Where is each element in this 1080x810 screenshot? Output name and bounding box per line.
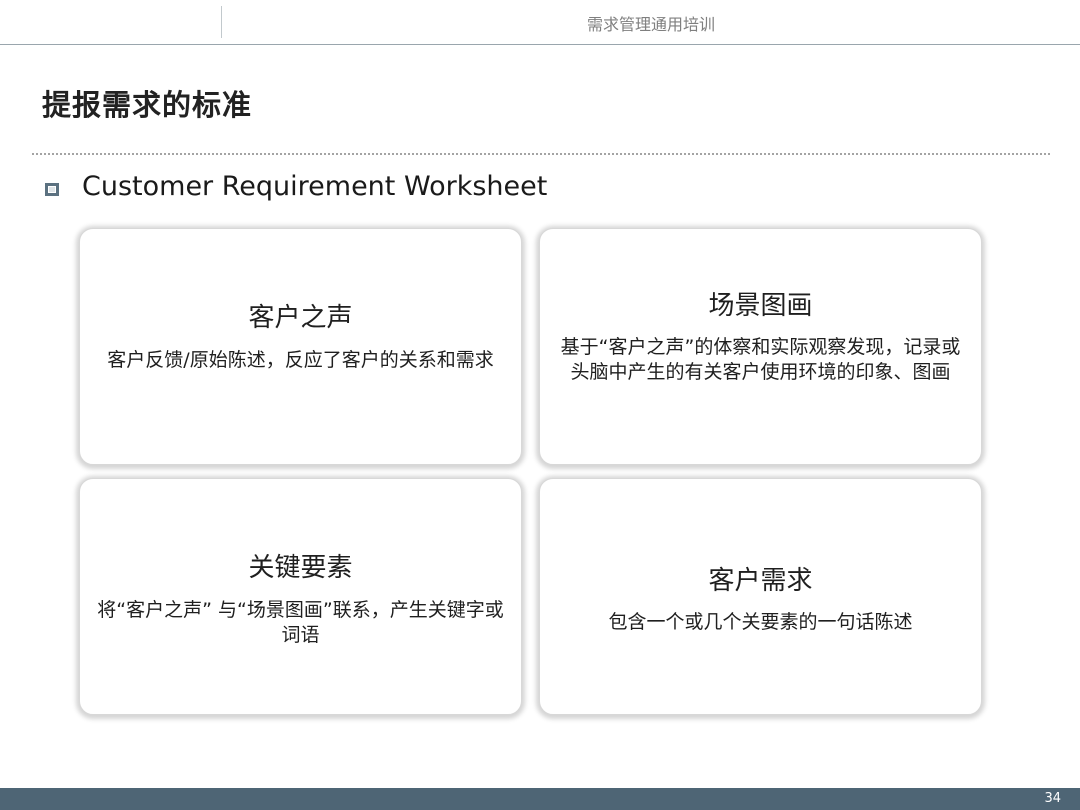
card-body: 包含一个或几个关要素的一句话陈述 xyxy=(608,611,913,633)
card-key-elements: 关键要素 将“客户之声” 与“场景图画”联系，产生关键字或词语 xyxy=(79,478,522,715)
hollow-square-bullet-icon xyxy=(45,183,59,196)
card-customer-requirement: 客户需求 包含一个或几个关要素的一句话陈述 xyxy=(539,478,982,715)
header-title: 需求管理通用培训 xyxy=(586,15,715,34)
bullet-fill xyxy=(49,187,55,192)
card-scene-image: 场景图画 基于“客户之声”的体察和实际观察发现，记录或头脑中产生的有关客户使用环… xyxy=(539,228,982,465)
slide-subtitle: Customer Requirement Worksheet xyxy=(82,171,548,202)
card-title: 场景图画 xyxy=(708,291,813,321)
card-body: 基于“客户之声”的体察和实际观察发现，记录或头脑中产生的有关客户使用环境的印象、… xyxy=(560,336,961,383)
card-body: 客户反馈/原始陈述，反应了客户的关系和需求 xyxy=(107,349,494,371)
card-body: 将“客户之声” 与“场景图画”联系，产生关键字或词语 xyxy=(97,599,504,646)
dotted-divider xyxy=(32,153,1050,155)
card-title: 关键要素 xyxy=(248,553,353,583)
slide-title: 提报需求的标准 xyxy=(42,88,253,122)
footer-bar: 34 xyxy=(0,788,1080,810)
card-voice-of-customer: 客户之声 客户反馈/原始陈述，反应了客户的关系和需求 xyxy=(79,228,522,465)
card-title: 客户之声 xyxy=(248,303,353,333)
card-title: 客户需求 xyxy=(708,566,813,596)
header-bar: 需求管理通用培训 xyxy=(0,0,1080,45)
page-number: 34 xyxy=(1044,791,1061,806)
